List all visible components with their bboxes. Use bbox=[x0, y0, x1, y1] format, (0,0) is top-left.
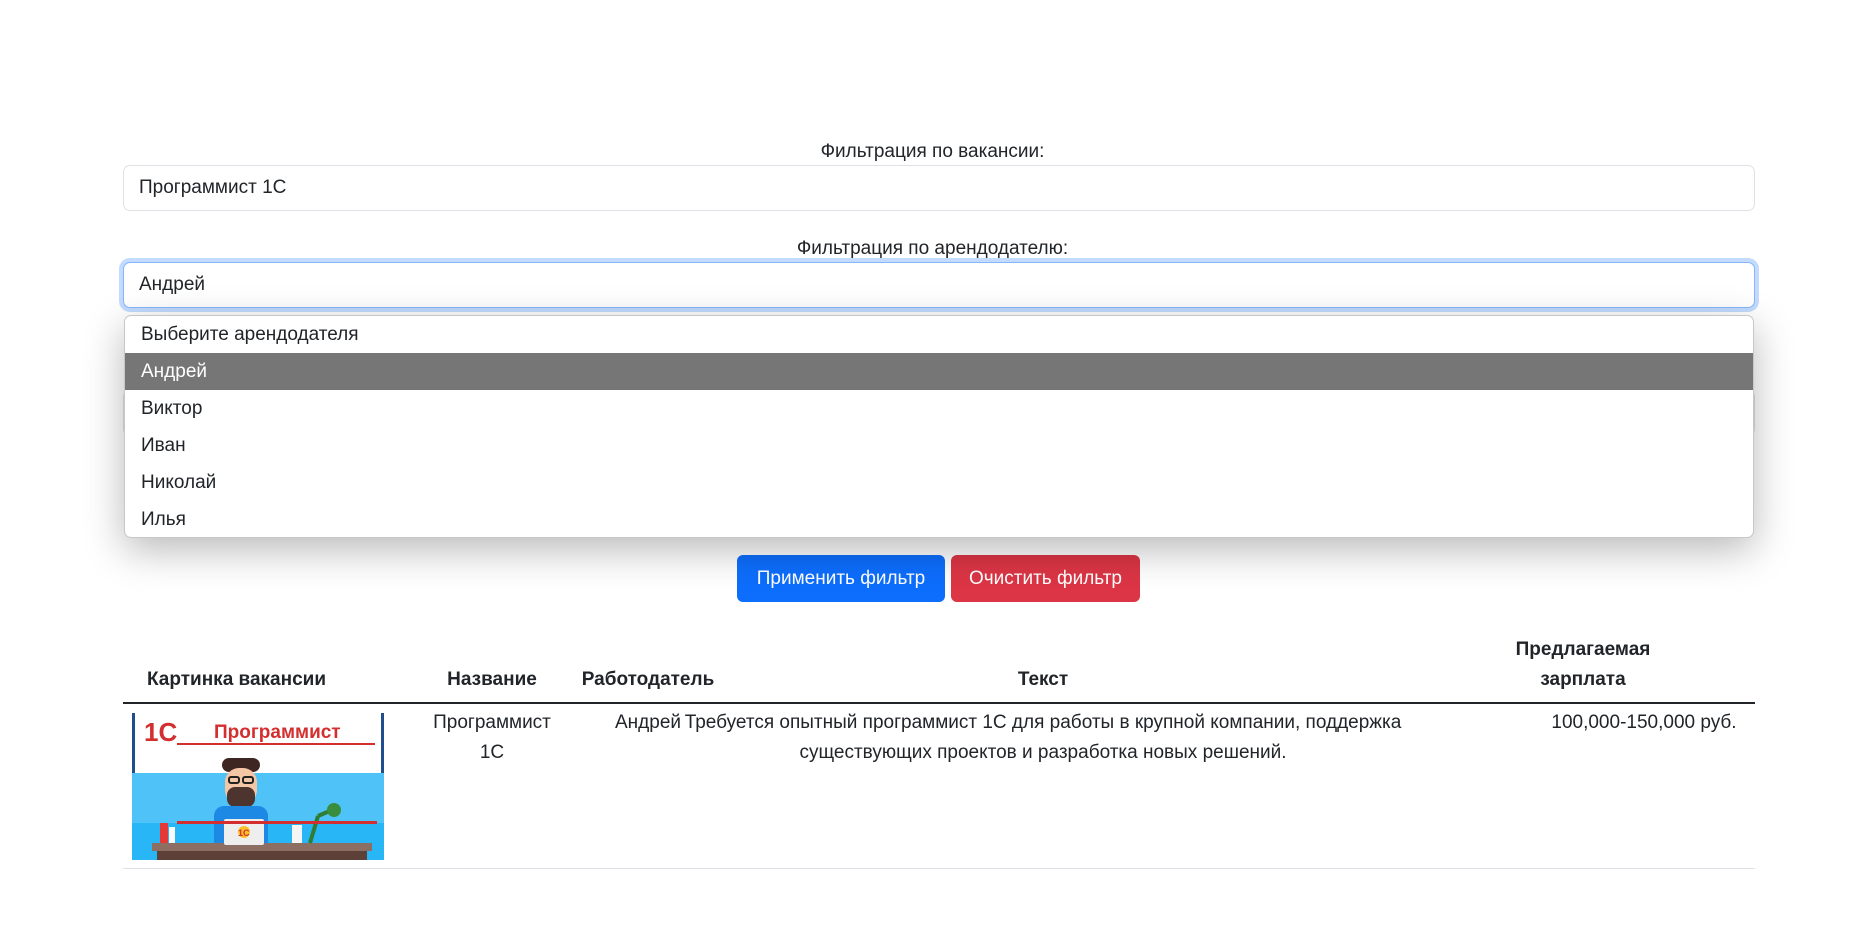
employer-option[interactable]: Выберите арендодателя bbox=[125, 316, 1753, 353]
employer-option[interactable]: Виктор bbox=[125, 390, 1753, 427]
vacancy-illustration: 1С Программист 1С bbox=[132, 713, 384, 860]
vacancy-text: Требуется опытный программист 1С для раб… bbox=[643, 708, 1443, 768]
employer-dropdown-list: Выберите арендодателя Андрей Виктор Иван… bbox=[124, 315, 1754, 538]
header-salary-line1: Предлагаемая bbox=[1515, 639, 1651, 660]
header-salary: Предлагаемая зарплата bbox=[1503, 635, 1663, 695]
header-title: Название bbox=[447, 669, 537, 690]
header-employer: Работодатель bbox=[581, 669, 715, 690]
svg-text:1С: 1С bbox=[238, 828, 250, 838]
vacancy-salary: 100,000-150,000 руб. bbox=[1551, 712, 1737, 733]
employer-filter-label: Фильтрация по арендодателю: bbox=[796, 238, 1069, 259]
employer-option-selected[interactable]: Андрей bbox=[125, 353, 1753, 390]
vacancy-title: Программист 1С bbox=[403, 708, 581, 768]
employer-filter-select[interactable]: Андрей bbox=[123, 262, 1755, 308]
header-salary-line2: зарплата bbox=[1540, 669, 1626, 690]
vacancy-text-line2: существующих проектов и разработка новых… bbox=[799, 742, 1287, 763]
vacancy-filter-input[interactable]: Программист 1С bbox=[123, 165, 1755, 211]
header-divider bbox=[123, 702, 1755, 704]
page: Фильтрация по вакансии: Программист 1С Ф… bbox=[0, 0, 1865, 941]
employer-option[interactable]: Илья bbox=[125, 501, 1753, 537]
logo-word: Программист bbox=[214, 722, 341, 743]
vacancy-image: 1С Программист 1С bbox=[132, 713, 384, 860]
apply-filter-button[interactable]: Применить фильтр bbox=[737, 555, 945, 602]
employer-option[interactable]: Иван bbox=[125, 427, 1753, 464]
vacancy-title-line2: 1С bbox=[479, 742, 505, 763]
vacancy-text-line1: Требуется опытный программист 1С для раб… bbox=[684, 712, 1402, 733]
row-divider bbox=[123, 868, 1755, 869]
vacancy-filter-label: Фильтрация по вакансии: bbox=[820, 141, 1045, 162]
vacancy-title-line1: Программист bbox=[433, 712, 551, 733]
clear-filter-button[interactable]: Очистить фильтр bbox=[951, 555, 1140, 602]
header-image: Картинка вакансии bbox=[146, 669, 327, 690]
employer-option[interactable]: Николай bbox=[125, 464, 1753, 501]
logo-mark: 1С bbox=[144, 717, 177, 747]
header-text: Текст bbox=[1017, 669, 1069, 690]
vacancy-filter-value: Программист 1С bbox=[139, 177, 287, 198]
employer-filter-value: Андрей bbox=[139, 274, 205, 295]
